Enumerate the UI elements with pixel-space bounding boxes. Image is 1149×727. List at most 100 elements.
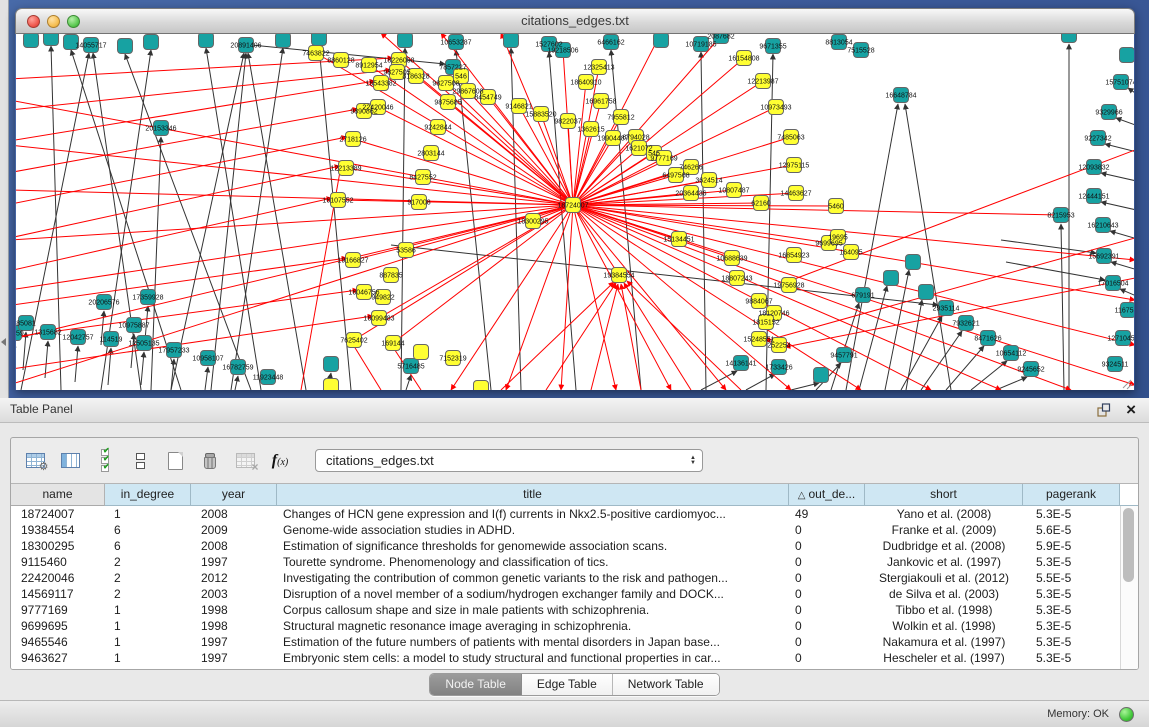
graph-node[interactable] <box>919 285 934 300</box>
graph-edge[interactable] <box>746 374 775 390</box>
graph-edge[interactable] <box>1116 118 1134 127</box>
graph-node[interactable] <box>324 357 339 372</box>
column-header-title[interactable]: title <box>277 484 789 506</box>
graph-edge[interactable] <box>393 205 573 343</box>
scrollbar-thumb[interactable] <box>1123 508 1134 582</box>
graph-edge[interactable] <box>621 284 641 390</box>
window-close-button[interactable] <box>27 15 40 28</box>
graph-edge[interactable] <box>946 346 984 390</box>
column-header-in_degree[interactable]: in_degree <box>105 484 191 506</box>
network-canvas[interactable]: 1405571720891406106532871527602646616210… <box>16 34 1134 390</box>
rows-button[interactable] <box>128 449 152 473</box>
tab-node-table[interactable]: Node Table <box>430 674 522 695</box>
graph-edge[interactable] <box>901 316 942 390</box>
graph-node[interactable] <box>474 381 489 391</box>
graph-node[interactable] <box>654 34 669 48</box>
graph-node[interactable] <box>44 34 59 46</box>
column-header-out_de[interactable]: △out_de... <box>789 484 865 506</box>
graph-edge[interactable] <box>16 109 358 176</box>
graph-edge[interactable] <box>16 166 340 242</box>
graph-edge[interactable] <box>996 377 1027 390</box>
delete-trash-button[interactable] <box>198 449 222 473</box>
function-builder-button[interactable]: f(x) <box>268 449 292 473</box>
table-row[interactable]: 1872400712008Changes of HCN gene express… <box>11 506 1120 522</box>
graph-edge[interactable] <box>573 205 726 390</box>
table-options-button[interactable]: ⚙ <box>23 449 47 473</box>
citation-network-graph[interactable]: 1405571720891406106532871527602646616210… <box>16 34 1134 390</box>
column-header-pagerank[interactable]: pagerank <box>1023 484 1120 506</box>
graph-edge[interactable] <box>701 52 706 390</box>
graph-edge[interactable] <box>441 34 573 205</box>
graph-edge[interactable] <box>1110 231 1134 240</box>
table-row[interactable]: 1830029562008Estimation of significance … <box>11 538 1120 554</box>
graph-edge[interactable] <box>16 205 573 240</box>
graph-edge[interactable] <box>141 352 144 385</box>
graph-edge[interactable] <box>16 205 573 340</box>
graph-node[interactable] <box>144 35 159 50</box>
graph-edge[interactable] <box>573 205 1134 345</box>
table-row[interactable]: 946554611997Estimation of the future num… <box>11 634 1120 650</box>
table-row[interactable]: 946362711997Embryonic stem cells: a mode… <box>11 650 1120 666</box>
graph-node[interactable] <box>24 34 39 48</box>
graph-edge[interactable] <box>16 258 347 308</box>
graph-edge[interactable] <box>624 283 691 390</box>
graph-edge[interactable] <box>16 316 373 372</box>
close-panel-icon[interactable]: × <box>1126 399 1136 421</box>
window-minimize-button[interactable] <box>47 15 60 28</box>
network-table-selector[interactable]: citations_edges.txt▲▼ <box>315 449 703 472</box>
graph-edge[interactable] <box>353 139 573 205</box>
graph-edge[interactable] <box>791 383 819 390</box>
table-row[interactable]: 2242004622012Investigating the contribut… <box>11 570 1120 586</box>
column-header-name[interactable]: name <box>11 484 105 506</box>
graph-edge[interactable] <box>573 205 1061 215</box>
graph-edge[interactable] <box>16 145 573 205</box>
graph-edge[interactable] <box>971 361 1007 390</box>
graph-edge[interactable] <box>1120 289 1134 298</box>
graph-edge[interactable] <box>16 70 391 112</box>
graph-node[interactable] <box>1062 34 1077 43</box>
graph-edge[interactable] <box>446 83 573 205</box>
graph-edge[interactable] <box>1128 88 1134 97</box>
graph-edge[interactable] <box>573 205 1001 390</box>
graph-edge[interactable] <box>906 300 922 390</box>
graph-edge[interactable] <box>785 278 1134 347</box>
table-row[interactable]: 1456911722003Disruption of a novel membe… <box>11 586 1120 602</box>
float-panel-icon[interactable] <box>1097 403 1111 417</box>
graph-node[interactable] <box>312 34 327 46</box>
control-panel-collapse-strip[interactable] <box>0 0 9 398</box>
graph-edge[interactable] <box>16 205 573 290</box>
delete-table-button[interactable]: × <box>233 449 257 473</box>
table-row[interactable]: 977716911998Corpus callosum shape and si… <box>11 602 1120 618</box>
graph-edge[interactable] <box>573 205 1071 390</box>
tab-edge-table[interactable]: Edge Table <box>522 674 613 695</box>
graph-node[interactable] <box>324 379 339 391</box>
graph-node[interactable] <box>276 34 291 48</box>
memory-ok-indicator[interactable] <box>1119 707 1134 722</box>
graph-edge[interactable] <box>573 205 861 390</box>
graph-node[interactable] <box>504 34 519 48</box>
column-visibility-button[interactable] <box>58 449 82 473</box>
graph-edge[interactable] <box>1101 202 1134 211</box>
graph-edge[interactable] <box>23 332 26 370</box>
graph-edge[interactable] <box>16 100 573 205</box>
graph-edge[interactable] <box>171 53 244 390</box>
graph-node[interactable] <box>414 345 429 360</box>
table-row[interactable]: 911546021997Tourette syndrome. Phenomeno… <box>11 554 1120 570</box>
graph-edge[interactable] <box>573 205 619 275</box>
graph-edge[interactable] <box>401 48 405 390</box>
graph-edge[interactable] <box>921 331 962 390</box>
table-vertical-scrollbar[interactable] <box>1120 506 1138 669</box>
select-rows-checklist-button[interactable] <box>93 449 117 473</box>
graph-edge[interactable] <box>627 281 741 390</box>
graph-edge[interactable] <box>235 376 238 390</box>
graph-node[interactable] <box>814 368 829 383</box>
new-document-button[interactable] <box>163 449 187 473</box>
graph-node[interactable] <box>1120 48 1135 63</box>
graph-edge[interactable] <box>573 205 616 390</box>
graph-node[interactable] <box>199 34 214 48</box>
column-header-year[interactable]: year <box>191 484 277 506</box>
tab-network-table[interactable]: Network Table <box>613 674 719 695</box>
graph-edge[interactable] <box>406 375 411 390</box>
table-row[interactable]: 1938455462009Genome-wide association stu… <box>11 522 1120 538</box>
collapse-arrow-icon[interactable] <box>1 338 6 346</box>
